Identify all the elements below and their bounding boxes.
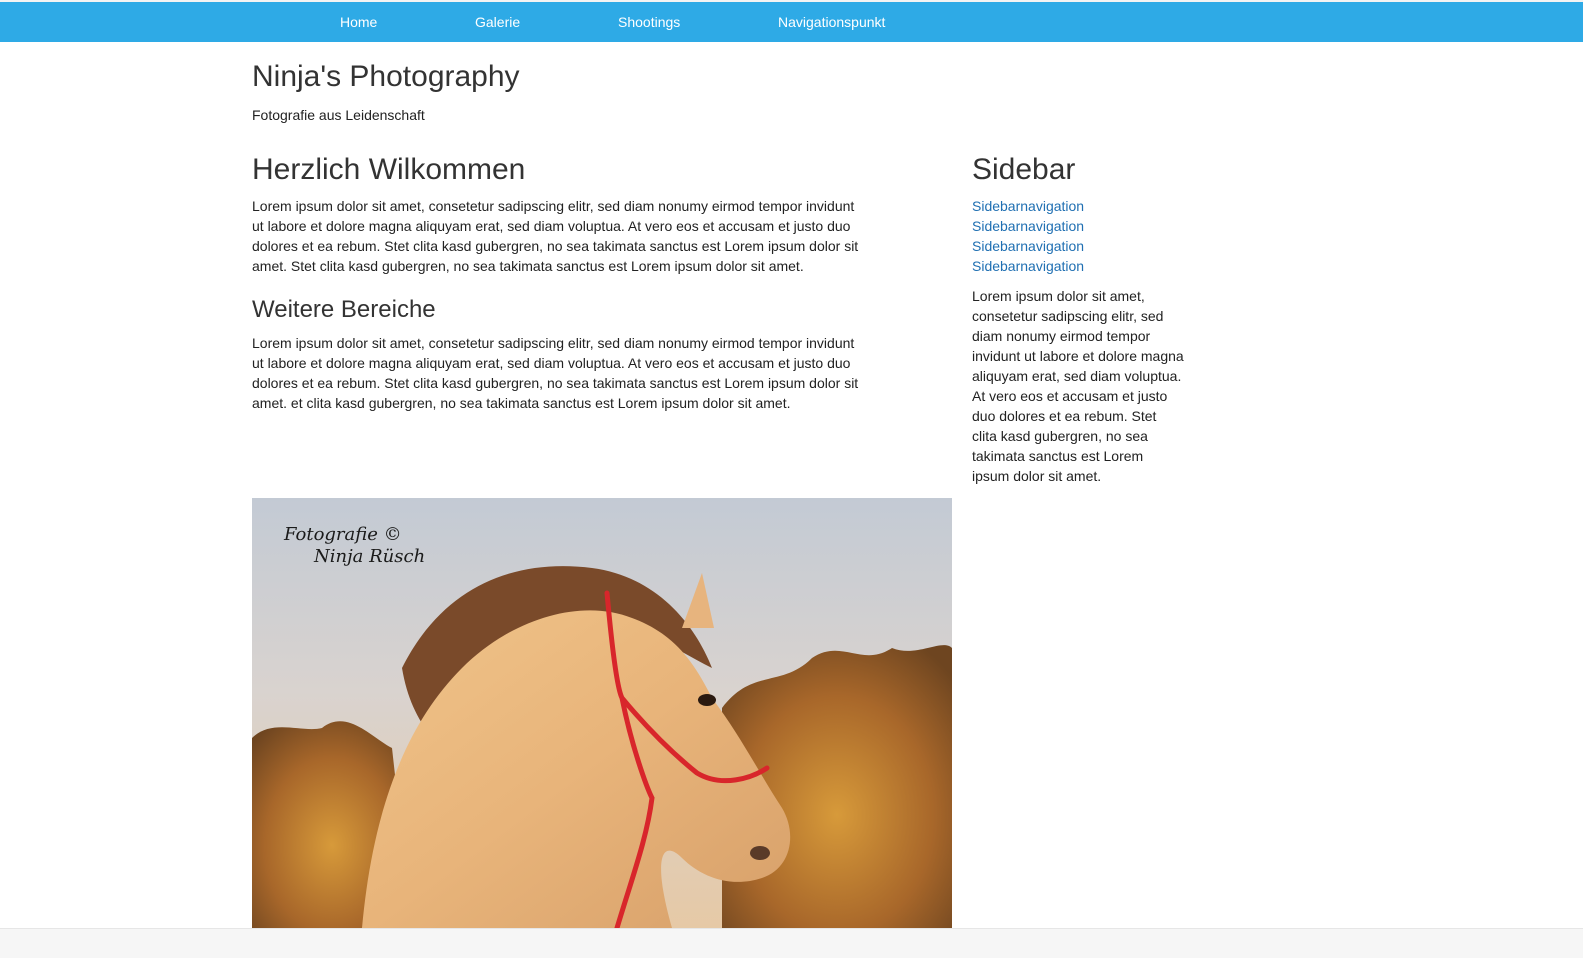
horse-photo: Fotografie © Ninja Rüsch	[252, 498, 952, 928]
more-areas-paragraph: Lorem ipsum dolor sit amet, consetetur s…	[252, 335, 859, 411]
horse-eye	[698, 694, 716, 706]
bottom-bar	[0, 928, 1583, 958]
sidebar-nav-item: Sidebarnavigation	[972, 236, 1184, 256]
main-navbar: Home Galerie Shootings Navigationspunkt	[0, 2, 1583, 42]
sidebar-nav-item: Sidebarnavigation	[972, 216, 1184, 236]
sidebar-nav-link[interactable]: Sidebarnavigation	[972, 258, 1084, 274]
watermark-line-1: Fotografie ©	[284, 524, 402, 545]
welcome-heading: Herzlich Wilkommen	[252, 153, 526, 186]
photo-watermark: Fotografie © Ninja Rüsch	[284, 524, 425, 568]
sidebar-nav-link[interactable]: Sidebarnavigation	[972, 238, 1084, 254]
sidebar: Sidebar Sidebarnavigation Sidebarnavigat…	[972, 152, 1184, 486]
sidebar-nav-list: Sidebarnavigation Sidebarnavigation Side…	[972, 196, 1184, 276]
sidebar-nav-link[interactable]: Sidebarnavigation	[972, 218, 1084, 234]
site-tagline: Fotografie aus Leidenschaft	[252, 107, 425, 123]
nav-item-shootings[interactable]: Shootings	[618, 14, 680, 30]
sidebar-heading: Sidebar	[972, 153, 1076, 186]
watermark-line-2: Ninja Rüsch	[314, 546, 426, 567]
sidebar-nav-item: Sidebarnavigation	[972, 196, 1184, 216]
nav-item-navigationspunkt[interactable]: Navigationspunkt	[778, 14, 885, 30]
sidebar-nav-link[interactable]: Sidebarnavigation	[972, 198, 1084, 214]
site-title: Ninja's Photography	[252, 60, 520, 93]
nav-item-home[interactable]: Home	[340, 14, 377, 30]
sidebar-paragraph: Lorem ipsum dolor sit amet, consetetur s…	[972, 288, 1184, 484]
welcome-paragraph: Lorem ipsum dolor sit amet, consetetur s…	[252, 198, 859, 274]
main-content: Herzlich Wilkommen Lorem ipsum dolor sit…	[252, 152, 864, 413]
nav-item-galerie[interactable]: Galerie	[475, 14, 520, 30]
sidebar-nav-item: Sidebarnavigation	[972, 256, 1184, 276]
more-areas-heading: Weitere Bereiche	[252, 296, 436, 323]
horse-nostril	[750, 846, 770, 860]
